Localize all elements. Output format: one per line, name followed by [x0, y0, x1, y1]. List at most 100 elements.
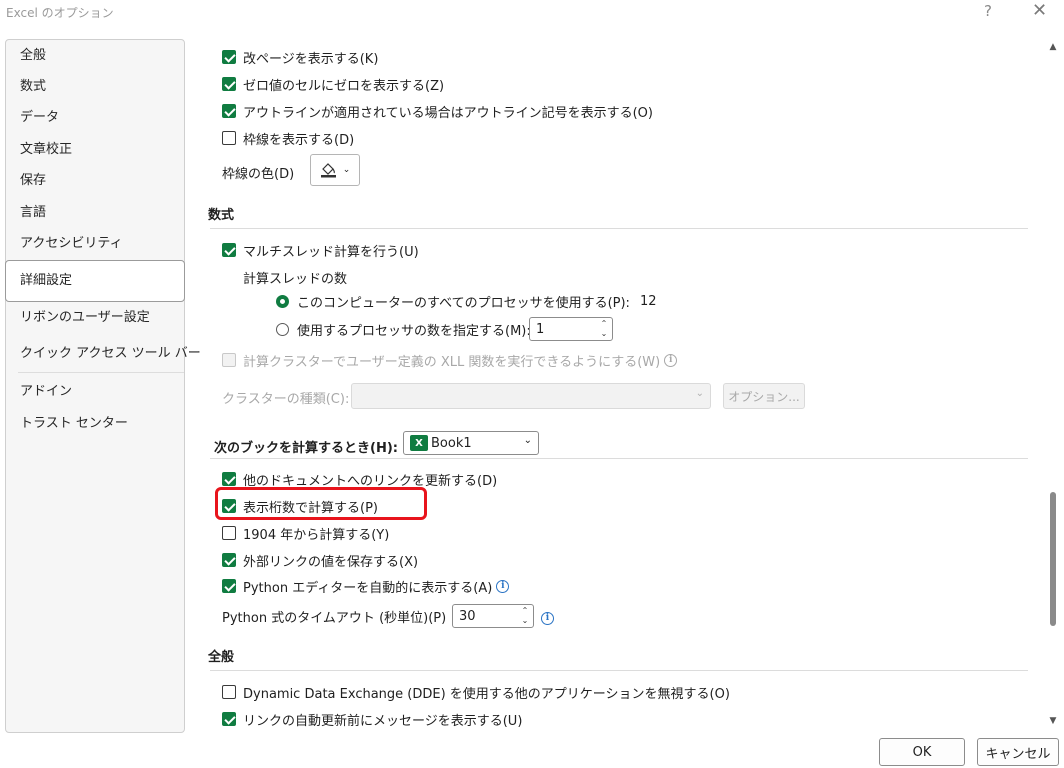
scroll-up-icon[interactable]: ▲: [1048, 42, 1058, 52]
zero-values-label: ゼロ値のセルにゼロを表示する(Z): [243, 78, 445, 94]
update-links-option[interactable]: 他のドキュメントへのリンクを更新する(D): [222, 469, 497, 489]
page-breaks-label: 改ページを表示する(K): [243, 51, 379, 67]
page-breaks-option[interactable]: 改ページを表示する(K): [222, 47, 378, 67]
info-icon[interactable]: i: [541, 611, 554, 625]
use-all-processors-option[interactable]: このコンピューターのすべてのプロセッサを使用する(P): 12: [276, 291, 656, 311]
sidebar-item-accessibility[interactable]: アクセシビリティ: [6, 230, 184, 258]
gridline-color-label: 枠線の色(D): [222, 167, 295, 182]
outline-symbols-label: アウトラインが適用されている場合はアウトライン記号を表示する(O): [243, 105, 653, 121]
category-sidebar: 全般 数式 データ 文章校正 保存 言語 アクセシビリティ 詳細設定 リボンのユ…: [5, 39, 201, 733]
sidebar-item-save[interactable]: 保存: [6, 167, 184, 195]
processor-count-input[interactable]: 1: [536, 322, 544, 337]
sidebar-item-addins[interactable]: アドイン: [6, 378, 184, 406]
python-editor-checkbox[interactable]: [222, 579, 236, 593]
manual-processors-label: 使用するプロセッサの数を指定する(M):: [297, 323, 531, 339]
multithread-option[interactable]: マルチスレッド計算を行う(U): [222, 240, 419, 260]
help-icon[interactable]: ?: [984, 2, 992, 20]
chevron-down-icon: ⌄: [695, 388, 704, 399]
date-1904-checkbox[interactable]: [222, 526, 236, 540]
cancel-button[interactable]: キャンセル: [977, 738, 1059, 766]
advanced-settings-pane: 改ページを表示する(K) ゼロ値のセルにゼロを表示する(Z) アウトラインが適用…: [186, 40, 1044, 730]
excel-file-icon: X: [410, 435, 428, 451]
save-external-links-option[interactable]: 外部リンクの値を保存する(X): [222, 550, 418, 570]
python-timeout-stepper[interactable]: 30 ⌃ ⌄: [452, 604, 534, 628]
sidebar-item-formulas[interactable]: 数式: [6, 73, 184, 101]
ignore-dde-option[interactable]: Dynamic Data Exchange (DDE) を使用する他のアプリケー…: [222, 682, 730, 702]
save-external-links-checkbox[interactable]: [222, 553, 236, 567]
date-1904-label: 1904 年から計算する(Y): [243, 527, 390, 543]
chevron-down-icon: ⌄: [523, 435, 532, 446]
processor-count-value: 12: [639, 293, 657, 309]
outline-symbols-option[interactable]: アウトラインが適用されている場合はアウトライン記号を表示する(O): [222, 101, 653, 121]
ignore-dde-checkbox[interactable]: [222, 685, 236, 699]
sidebar-item-advanced[interactable]: 詳細設定: [5, 260, 185, 302]
gridlines-checkbox[interactable]: [222, 131, 236, 145]
use-all-processors-radio[interactable]: [276, 294, 289, 308]
sidebar-item-data[interactable]: データ: [6, 104, 184, 132]
save-external-links-label: 外部リンクの値を保存する(X): [243, 554, 419, 570]
ask-update-links-label: リンクの自動更新前にメッセージを表示する(U): [243, 713, 523, 729]
python-timeout-input[interactable]: 30: [459, 609, 476, 624]
sidebar-item-proofing[interactable]: 文章校正: [6, 136, 184, 164]
scrollbar-thumb[interactable]: [1050, 492, 1056, 626]
gridlines-label: 枠線を表示する(D): [243, 132, 355, 148]
scroll-down-icon[interactable]: ▼: [1048, 716, 1058, 726]
python-timeout-option: Python 式のタイムアウト (秒単位)(P): [222, 606, 446, 626]
precision-as-displayed-option[interactable]: 表示桁数で計算する(P): [222, 496, 378, 516]
info-icon: i: [664, 353, 678, 367]
calc-workbook-label: 次のブックを計算するとき(H):: [214, 441, 398, 456]
processor-count-stepper[interactable]: 1 ⌃ ⌄: [529, 317, 613, 341]
zero-values-option[interactable]: ゼロ値のセルにゼロを表示する(Z): [222, 74, 444, 94]
xll-cluster-checkbox: [222, 353, 236, 367]
python-editor-option[interactable]: Python エディターを自動的に表示する(A) i: [222, 576, 510, 596]
precision-as-displayed-checkbox[interactable]: [222, 499, 236, 513]
workbook-name: Book1: [431, 435, 472, 451]
multithread-checkbox[interactable]: [222, 243, 236, 257]
python-editor-label: Python エディターを自動的に表示する(A): [243, 580, 493, 596]
python-timeout-label: Python 式のタイムアウト (秒単位)(P): [222, 610, 447, 626]
manual-processors-radio[interactable]: [276, 322, 289, 336]
paint-bucket-icon: [320, 163, 336, 178]
ignore-dde-label: Dynamic Data Exchange (DDE) を使用する他のアプリケー…: [243, 686, 730, 702]
spin-up-icon[interactable]: ⌃: [522, 607, 529, 615]
title-bar: Excel のオプション ? ✕: [0, 0, 1064, 28]
sidebar-item-language[interactable]: 言語: [6, 199, 184, 227]
workbook-dropdown[interactable]: X Book1 ⌄: [403, 431, 539, 455]
window-title: Excel のオプション: [6, 6, 114, 20]
multithread-label: マルチスレッド計算を行う(U): [243, 244, 419, 260]
ask-update-links-option[interactable]: リンクの自動更新前にメッセージを表示する(U): [222, 709, 522, 729]
sidebar-item-general[interactable]: 全般: [6, 42, 184, 70]
spin-down-icon[interactable]: ⌄: [522, 617, 529, 625]
gridline-color-button[interactable]: ⌄: [310, 154, 360, 186]
date-1904-option[interactable]: 1904 年から計算する(Y): [222, 523, 389, 543]
info-icon[interactable]: i: [496, 579, 510, 593]
cluster-type-dropdown: ⌄: [351, 383, 711, 409]
cluster-type-label: クラスターの種類(C):: [222, 392, 350, 407]
general-section-title: 全般: [208, 650, 235, 665]
gridlines-option[interactable]: 枠線を表示する(D): [222, 128, 354, 148]
zero-values-checkbox[interactable]: [222, 77, 236, 91]
thread-count-label: 計算スレッドの数: [243, 272, 348, 287]
section-divider: [210, 228, 1028, 229]
xll-cluster-option: 計算クラスターでユーザー定義の XLL 関数を実行できるようにする(W) i: [222, 350, 678, 370]
spin-up-icon[interactable]: ⌃: [601, 320, 608, 328]
outline-symbols-checkbox[interactable]: [222, 104, 236, 118]
close-icon[interactable]: ✕: [1032, 0, 1047, 21]
chevron-down-icon: ⌄: [342, 165, 351, 175]
ask-update-links-checkbox[interactable]: [222, 712, 236, 726]
spin-down-icon[interactable]: ⌄: [601, 330, 608, 338]
precision-as-displayed-label: 表示桁数で計算する(P): [243, 500, 378, 516]
formulas-section-title: 数式: [208, 208, 235, 223]
manual-processors-option[interactable]: 使用するプロセッサの数を指定する(M):: [276, 319, 531, 339]
sidebar-divider: [18, 372, 184, 373]
use-all-processors-label: このコンピューターのすべてのプロセッサを使用する(P):: [297, 295, 630, 311]
section-divider: [210, 670, 1028, 671]
sidebar-item-quick-access-toolbar[interactable]: クイック アクセス ツール バー: [6, 340, 201, 368]
sidebar-item-trust-center[interactable]: トラスト センター: [6, 410, 184, 438]
update-links-checkbox[interactable]: [222, 472, 236, 486]
xll-cluster-label: 計算クラスターでユーザー定義の XLL 関数を実行できるようにする(W): [243, 354, 661, 370]
sidebar-item-customize-ribbon[interactable]: リボンのユーザー設定: [6, 304, 184, 332]
ok-button[interactable]: OK: [879, 738, 965, 766]
vertical-scrollbar[interactable]: ▲ ▼: [1046, 40, 1060, 730]
page-breaks-checkbox[interactable]: [222, 50, 236, 64]
